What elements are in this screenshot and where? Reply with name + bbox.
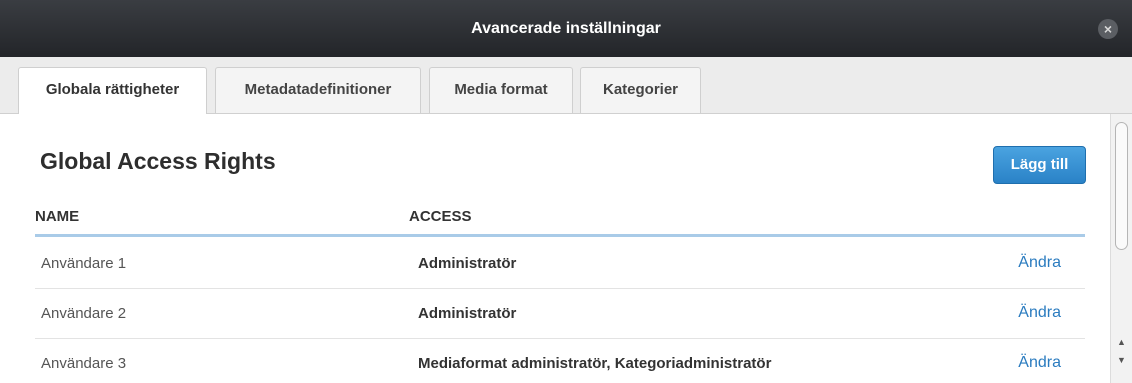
scrollbar-thumb[interactable] [1115,122,1128,250]
user-name: Användare 2 [41,305,127,322]
scroll-down-icon[interactable]: ▼ [1111,354,1132,366]
table-row: Användare 1 Administratör Ändra [35,238,1085,289]
tab-metadata-definitions[interactable]: Metadatadefinitioner [215,67,421,113]
tab-bar: Globala rättigheter Metadatadefinitioner… [0,57,1132,114]
vertical-scrollbar[interactable]: ▲ ▼ [1110,114,1132,383]
column-header-access: ACCESS [409,208,472,225]
dialog-title: Avancerade inställningar [471,20,661,37]
close-icon[interactable]: × [1098,19,1118,39]
edit-link[interactable]: Ändra [1018,354,1061,372]
column-header-name: NAME [35,208,80,225]
scroll-up-icon[interactable]: ▲ [1111,336,1132,348]
edit-link[interactable]: Ändra [1018,254,1061,272]
table-row: Användare 2 Administratör Ändra [35,288,1085,339]
user-access: Administratör [418,255,517,272]
advanced-settings-dialog: Avancerade inställningar × Globala rätti… [0,0,1132,383]
dialog-titlebar: Avancerade inställningar × [0,0,1132,58]
table-header: NAME ACCESS [35,204,1085,237]
edit-link[interactable]: Ändra [1018,304,1061,322]
main-content: Global Access Rights Lägg till NAME ACCE… [0,114,1110,383]
tab-global-rights[interactable]: Globala rättigheter [18,67,207,114]
user-access: Mediaformat administratör, Kategoriadmin… [418,355,772,372]
user-name: Användare 1 [41,255,127,272]
user-name: Användare 3 [41,355,127,372]
page-title: Global Access Rights [40,148,276,174]
user-access: Administratör [418,305,517,322]
tab-categories[interactable]: Kategorier [580,67,701,113]
add-button[interactable]: Lägg till [993,146,1086,184]
table-row: Användare 3 Mediaformat administratör, K… [35,338,1085,383]
tab-media-format[interactable]: Media format [429,67,573,113]
